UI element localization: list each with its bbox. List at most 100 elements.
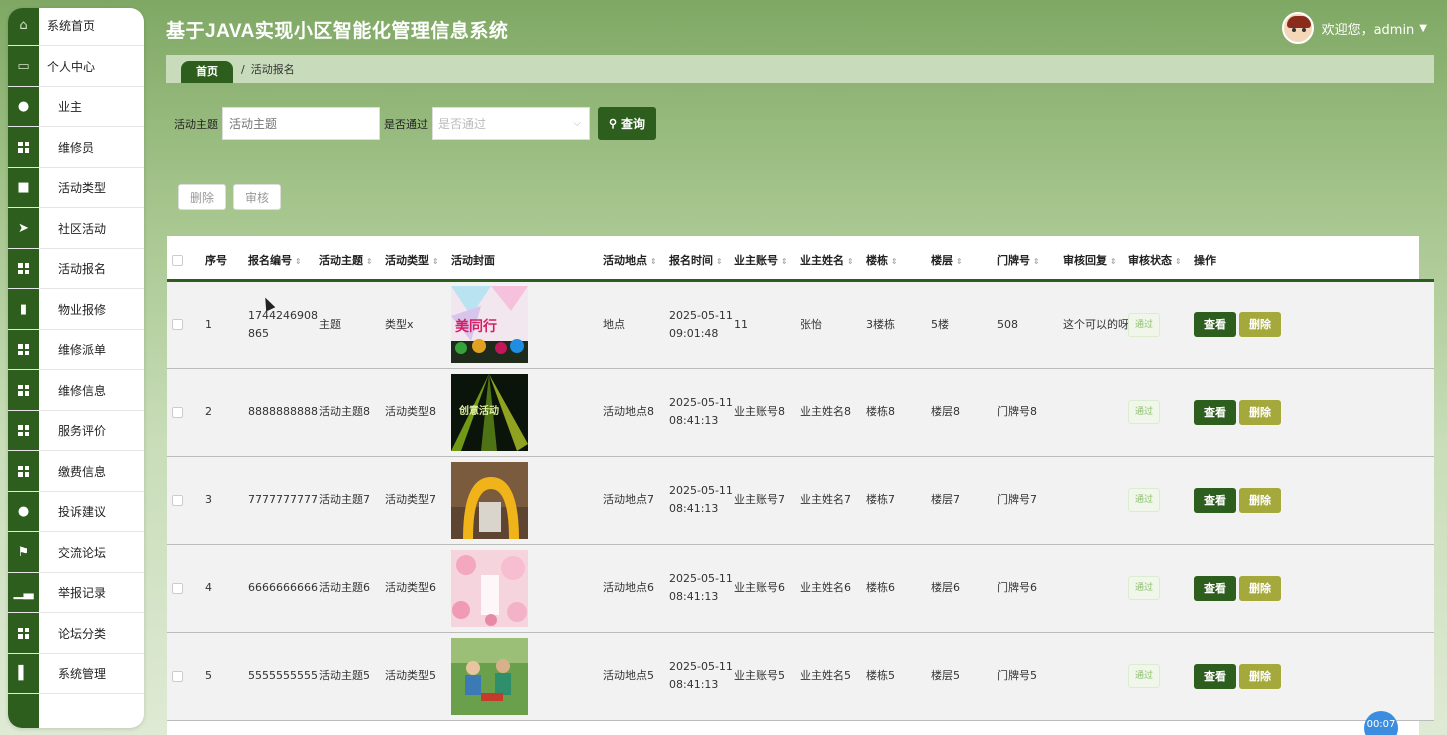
column-header[interactable]: 业主姓名 ⇕ xyxy=(800,236,866,280)
sort-icon[interactable]: ⇕ xyxy=(432,257,439,266)
approved-select-placeholder: 是否通过 xyxy=(438,117,487,131)
column-header[interactable]: 报名编号 ⇕ xyxy=(248,236,319,280)
row-checkbox[interactable] xyxy=(172,406,183,418)
sidebar-item[interactable]: 服务评价 xyxy=(8,411,144,451)
sidebar-item[interactable]: ● 投诉建议 xyxy=(8,492,144,532)
topic-input[interactable] xyxy=(222,107,380,140)
activity-cover-image[interactable]: 美同行 xyxy=(451,286,603,363)
sidebar-item[interactable]: 维修员 xyxy=(8,128,144,168)
view-button[interactable]: 查看 xyxy=(1194,399,1236,425)
row-checkbox-cell xyxy=(167,632,205,720)
column-header[interactable]: 活动类型 ⇕ xyxy=(385,236,451,280)
sidebar-item[interactable]: ➤ 社区活动 xyxy=(8,209,144,249)
row-checkbox-cell xyxy=(167,456,205,544)
cell-door: 门牌号8 xyxy=(997,405,1037,418)
sidebar-item[interactable]: ⌂ 系统首页 xyxy=(8,8,144,46)
table-body: 1 1744246908865 主题 类型x 美同行 地点 2025-05-11 09:01… xyxy=(167,280,1434,720)
row-checkbox[interactable] xyxy=(172,319,183,330)
sort-icon[interactable]: ⇕ xyxy=(891,257,898,266)
view-button[interactable]: 查看 xyxy=(1194,312,1236,337)
column-header[interactable]: 门牌号 ⇕ xyxy=(997,236,1063,280)
select-all-checkbox[interactable] xyxy=(172,254,183,266)
sort-icon[interactable]: ⇕ xyxy=(650,257,657,266)
delete-button[interactable]: 删除 xyxy=(1239,663,1281,689)
status-cell: 通过 xyxy=(1128,456,1194,544)
row-checkbox[interactable] xyxy=(172,670,183,682)
cover-cell: 美同行 xyxy=(451,280,603,368)
delete-button[interactable]: 删除 xyxy=(1239,487,1281,513)
column-header[interactable]: 活动主题 ⇕ xyxy=(319,236,385,280)
sidebar-item[interactable]: ● 业主 xyxy=(8,87,144,127)
delete-button[interactable]: 删除 xyxy=(1239,575,1281,601)
cell-type: 类型x xyxy=(385,317,414,331)
approved-select[interactable]: 是否通过 ⌵ xyxy=(432,107,590,140)
sidebar-item[interactable]: 论坛分类 xyxy=(8,614,144,654)
sidebar-item[interactable]: ■ 活动类型 xyxy=(8,168,144,208)
query-button-label: 查询 xyxy=(621,117,646,131)
status-cell: 通过 xyxy=(1128,368,1194,456)
sidebar-item[interactable]: 维修派单 xyxy=(8,330,144,370)
sidebar-item[interactable]: ▮ 物业报修 xyxy=(8,290,144,330)
app-title: 基于JAVA实现小区智能化管理信息系统 xyxy=(166,21,509,42)
cell-code: 8888888888 xyxy=(248,405,318,418)
sidebar-item[interactable]: 维修信息 xyxy=(8,371,144,411)
cell-type: 活动类型7 xyxy=(385,493,436,506)
batch-delete-button[interactable]: 删除 xyxy=(178,184,227,210)
sidebar-item-label: 交流论坛 xyxy=(58,545,107,560)
column-header[interactable]: 审核状态 ⇕ xyxy=(1128,236,1194,280)
operation-cell: 查看 删除 xyxy=(1194,544,1434,632)
delete-button[interactable]: 删除 xyxy=(1239,312,1281,337)
flag-icon: ⚑ xyxy=(17,544,30,560)
cell-index: 5 xyxy=(205,669,212,682)
user-icon: ● xyxy=(17,99,30,114)
sidebar-item[interactable]: 缴费信息 xyxy=(8,452,144,492)
sort-icon[interactable]: ⇕ xyxy=(956,257,963,266)
sort-icon[interactable]: ⇕ xyxy=(295,257,302,266)
sidebar-item[interactable]: ▭ 个人中心 xyxy=(8,47,144,87)
cell-index: 2 xyxy=(205,405,212,418)
sort-icon[interactable]: ⇕ xyxy=(847,257,854,266)
sort-icon[interactable]: ⇕ xyxy=(1033,257,1040,266)
row-checkbox[interactable] xyxy=(172,582,183,594)
column-header[interactable]: 活动地点 ⇕ xyxy=(603,236,669,280)
view-button[interactable]: 查看 xyxy=(1194,487,1236,513)
sort-icon[interactable]: ⇕ xyxy=(1110,257,1117,266)
column-header[interactable]: 审核回复 ⇕ xyxy=(1063,236,1128,280)
column-header[interactable]: 业主账号 ⇕ xyxy=(734,236,800,280)
caret-down-icon[interactable]: ▼ xyxy=(1419,23,1427,34)
sort-icon[interactable]: ⇕ xyxy=(781,257,788,266)
column-header[interactable]: 楼层 ⇕ xyxy=(931,236,997,280)
cell-floor: 5楼 xyxy=(931,317,949,331)
cell-topic: 活动主题6 xyxy=(319,581,370,594)
cell-reply: 这个可以的呀 xyxy=(1063,317,1128,331)
view-button[interactable]: 查看 xyxy=(1194,575,1236,601)
column-header[interactable]: 楼栋 ⇕ xyxy=(866,236,931,280)
activity-cover-image[interactable] xyxy=(451,637,603,715)
delete-button[interactable]: 删除 xyxy=(1239,399,1281,425)
view-button[interactable]: 查看 xyxy=(1194,663,1236,689)
sidebar-item-label: 系统管理 xyxy=(58,667,107,681)
sidebar-item[interactable]: ▁▃ 举报记录 xyxy=(8,573,144,613)
column-header: 操作 xyxy=(1194,236,1434,280)
activity-cover-image[interactable] xyxy=(451,549,603,627)
activity-cover-image[interactable] xyxy=(451,461,603,539)
cell-building: 楼栋5 xyxy=(866,669,895,682)
column-header[interactable]: 报名时间 ⇕ xyxy=(669,236,734,280)
sort-icon[interactable]: ⇕ xyxy=(716,257,723,266)
avatar[interactable] xyxy=(1281,12,1314,44)
query-button[interactable]: ⚲ 查询 xyxy=(598,107,656,140)
activity-cover-image[interactable]: 创意活动 xyxy=(451,373,603,451)
grid-icon xyxy=(8,411,39,451)
row-checkbox[interactable] xyxy=(172,494,183,506)
sidebar-item[interactable]: ⚑ 交流论坛 xyxy=(8,533,144,573)
sidebar-item[interactable]: 活动报名 xyxy=(8,249,144,289)
user-menu[interactable]: 欢迎您，admin ▼ xyxy=(1281,12,1427,44)
batch-review-button[interactable]: 审核 xyxy=(233,184,282,210)
cell-topic: 活动主题8 xyxy=(319,405,370,418)
cover-cell xyxy=(451,632,603,720)
sidebar-item[interactable]: ▌ 系统管理 xyxy=(8,654,144,694)
breadcrumb-home[interactable]: 首页 xyxy=(181,61,233,83)
sort-icon[interactable]: ⇕ xyxy=(366,257,373,266)
table-row: 1 1744246908865 主题 类型x 美同行 地点 2025-05-11 09:01… xyxy=(167,280,1434,368)
sort-icon[interactable]: ⇕ xyxy=(1175,257,1182,266)
